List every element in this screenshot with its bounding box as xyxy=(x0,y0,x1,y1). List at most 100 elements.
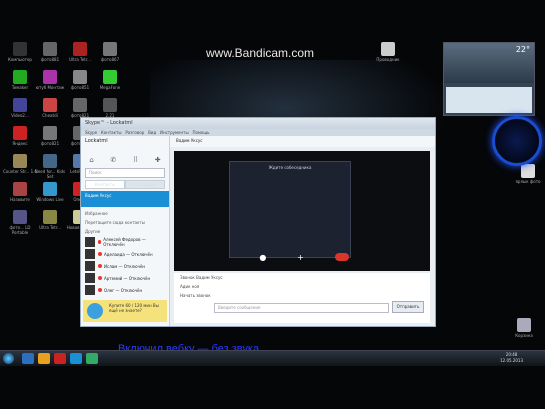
app-icon xyxy=(381,42,395,56)
conversation-title: Вадим Уксус xyxy=(170,136,435,147)
menu-bar: Skype Контакты Разговор Вид Инструменты … xyxy=(81,129,435,136)
app-icon xyxy=(13,70,27,84)
search-input[interactable]: Поиск xyxy=(85,168,165,178)
selected-contact[interactable]: Вадим Уксус xyxy=(81,191,169,207)
desktop-widget: 22° xyxy=(443,42,535,116)
app-icon xyxy=(103,42,117,56)
contact-name: Ислам — Отключён xyxy=(104,263,146,269)
desktop-icon[interactable]: Корзина xyxy=(506,318,542,338)
opera-icon[interactable] xyxy=(54,353,66,364)
app-icon xyxy=(43,126,57,140)
desktop-icon-label: Cheatdi xyxy=(42,113,58,118)
end-call-button[interactable] xyxy=(334,253,349,261)
list-item[interactable]: Аделаида — Отключён xyxy=(81,248,169,260)
app-icon xyxy=(13,126,27,140)
start-button[interactable] xyxy=(3,353,14,364)
desktop-icon-label: Tweaker xyxy=(11,85,29,90)
system-clock[interactable]: 20:48 12.05.2013 xyxy=(500,352,523,364)
chrome-icon[interactable] xyxy=(38,353,50,364)
menu-item[interactable]: Помощь xyxy=(192,130,209,135)
chat-line: Звонок Вадим Уксус xyxy=(180,275,223,280)
menu-item[interactable]: Инструменты xyxy=(160,130,189,135)
contact-name: Аделаида — Отключён xyxy=(104,251,153,257)
send-button[interactable]: Отправить xyxy=(392,301,424,313)
desktop-icon-label: Ultra Tetr... xyxy=(39,225,61,230)
desktop-icon-label: MegaFone xyxy=(99,85,121,90)
desktop-icon-label: ютуб Монтаж xyxy=(35,85,65,90)
avatar xyxy=(85,237,95,247)
call-icon[interactable]: ✆ xyxy=(110,156,116,164)
contact-name: Артемий — Отключён xyxy=(104,275,151,281)
app-icon xyxy=(517,318,531,332)
desktop-icon[interactable]: фото867 xyxy=(92,42,128,62)
app-icon xyxy=(43,182,57,196)
app-icon xyxy=(43,154,57,168)
app-icon xyxy=(13,182,27,196)
current-user[interactable]: Lockatml xyxy=(81,136,169,154)
app-icon[interactable] xyxy=(86,353,98,364)
video-area: Ждите собеседника ● + xyxy=(174,151,430,271)
tab-contacts[interactable]: Контакты xyxy=(85,180,125,189)
desktop-icon[interactable]: 2.21 xyxy=(92,98,128,118)
others-header: Другие xyxy=(85,229,101,234)
contact-name: Алексей Федоров — Отключён xyxy=(103,237,146,247)
app-icon xyxy=(43,70,57,84)
bandicam-watermark: www.Bandicam.com xyxy=(206,46,315,60)
list-item[interactable]: Олег — Отключён xyxy=(81,284,169,296)
dialpad-icon[interactable]: ⠿ xyxy=(133,156,138,164)
app-icon xyxy=(13,98,27,112)
promo-banner[interactable]: Купите 60 / 120 мин Вы ещё не знаете? xyxy=(83,300,167,322)
status-dot-icon xyxy=(98,276,102,280)
skype-mini-window[interactable] xyxy=(446,87,532,113)
desktop-icon-label: Корзина xyxy=(515,333,533,338)
menu-item[interactable]: Контакты xyxy=(101,130,122,135)
menu-item[interactable]: Вид xyxy=(148,130,156,135)
explorer-icon[interactable] xyxy=(22,353,34,364)
skype-window: Skype™ - Lockatml Skype Контакты Разгово… xyxy=(80,117,436,327)
add-contact-icon[interactable]: ✚ xyxy=(155,156,161,164)
weather-temp: 22° xyxy=(515,45,530,54)
list-item[interactable]: Артемий — Отключён xyxy=(81,272,169,284)
list-item[interactable]: Ислам — Отключён xyxy=(81,260,169,272)
message-input[interactable]: Введите сообщение xyxy=(214,303,389,313)
promo-text: Купите 60 / 120 мин Вы ещё не знаете? xyxy=(109,303,159,313)
app-icon xyxy=(73,98,87,112)
favorites-hint: Перетащите сюда контакты xyxy=(85,220,145,225)
window-titlebar: Skype™ - Lockatml xyxy=(81,118,435,129)
contact-list: Алексей Федоров — Отключён Аделаида — Отк… xyxy=(81,236,169,296)
add-icon[interactable]: + xyxy=(297,253,304,262)
desktop-icon-label: фото881 xyxy=(40,57,60,62)
desktop-icon-label: Video2... xyxy=(11,113,29,118)
call-controls: ● + xyxy=(244,251,364,263)
app-icon xyxy=(43,210,57,224)
chat-line: Начать звонок xyxy=(180,293,211,298)
mic-icon[interactable]: ● xyxy=(259,253,266,262)
action-icons: ⌂ ✆ ⠿ ✚ xyxy=(81,154,169,166)
menu-item[interactable]: Разговор xyxy=(125,130,144,135)
conversation-panel: Вадим Уксус Ждите собеседника ● + Звонок… xyxy=(170,136,435,326)
avatar xyxy=(85,249,95,259)
desktop-icon-label: Яндекс xyxy=(12,141,28,146)
promo-badge-icon xyxy=(87,303,103,319)
desktop-icon-label: Ultra Tetr... xyxy=(69,57,91,62)
list-item[interactable]: Алексей Федоров — Отключён xyxy=(81,236,169,248)
desktop-icon-label: Назовите xyxy=(10,197,30,202)
desktop-icon[interactable]: MegaFone xyxy=(92,70,128,90)
menu-item[interactable]: Skype xyxy=(85,130,97,135)
app-icon xyxy=(73,70,87,84)
desktop-icon[interactable]: ярлык фото xyxy=(510,164,545,184)
shared-video-frame: Ждите собеседника xyxy=(229,161,351,258)
desktop-icon-label: Компьютер xyxy=(8,57,32,62)
status-dot-icon xyxy=(98,264,102,268)
desktop-icon-label: фото851 xyxy=(70,85,90,90)
desktop-icon-label: ярлык фото xyxy=(515,179,541,184)
app-icon xyxy=(13,210,27,224)
desktop-icon-label: Need for... Kids Set xyxy=(34,169,66,179)
tab-recent[interactable]: Последние xyxy=(125,180,165,189)
home-icon[interactable]: ⌂ xyxy=(89,156,93,164)
skype-icon[interactable] xyxy=(70,353,82,364)
favorites-header: Избранное xyxy=(85,211,108,216)
avatar xyxy=(85,273,95,283)
contact-tabs: Контакты Последние xyxy=(85,180,165,189)
desktop-icon[interactable]: Проводник xyxy=(370,42,406,62)
